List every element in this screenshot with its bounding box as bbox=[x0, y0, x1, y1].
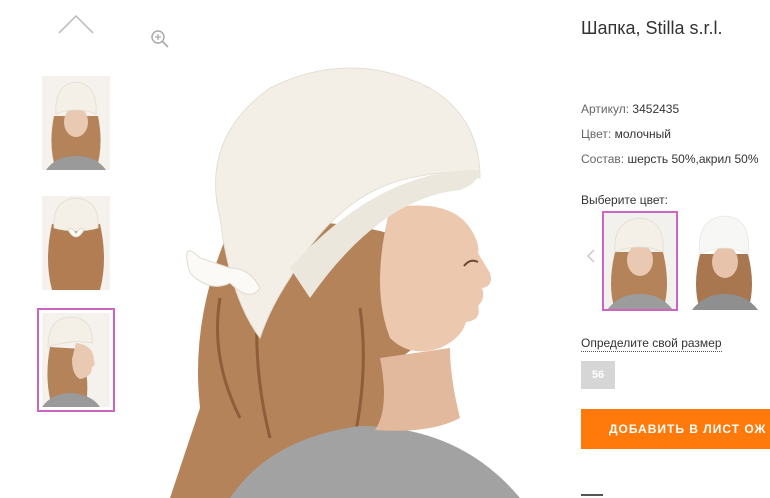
chevron-left-icon bbox=[587, 249, 595, 263]
color-swatch-image bbox=[688, 212, 762, 310]
divider bbox=[581, 494, 603, 496]
zoom-in-icon bbox=[151, 30, 169, 48]
color-value: молочный bbox=[614, 127, 671, 141]
color-swatch-image bbox=[603, 212, 677, 310]
color-swatch-milky[interactable] bbox=[602, 211, 678, 311]
choose-color-label: Выберите цвет: bbox=[581, 193, 669, 207]
main-product-image[interactable] bbox=[160, 58, 560, 498]
size-option-56[interactable]: 56 bbox=[581, 361, 615, 389]
color-prev-button[interactable] bbox=[585, 249, 597, 263]
add-to-wishlist-button[interactable]: ДОБАВИТЬ В ЛИСТ ОЖ bbox=[581, 409, 770, 449]
color-row: Цвет: молочный bbox=[581, 127, 671, 141]
product-title: Шапка, Stilla s.r.l. bbox=[581, 18, 723, 38]
article-row: Артикул: 3452435 bbox=[581, 102, 679, 116]
composition-row: Состав: шерсть 50%,акрил 50% bbox=[581, 152, 759, 166]
composition-value: шерсть 50%,акрил 50% bbox=[627, 152, 759, 166]
article-label: Артикул: bbox=[581, 102, 630, 116]
product-thumbnail-image bbox=[42, 196, 110, 290]
color-swatch-white[interactable] bbox=[688, 212, 762, 310]
composition-label: Состав: bbox=[581, 152, 625, 166]
thumbnail-back[interactable] bbox=[42, 196, 110, 290]
color-label: Цвет: bbox=[581, 127, 612, 141]
product-thumbnail-image bbox=[42, 76, 110, 170]
zoom-in-button[interactable] bbox=[150, 29, 170, 49]
product-photo bbox=[160, 58, 560, 498]
thumbnails-up-button[interactable] bbox=[56, 12, 96, 36]
thumbnail-front[interactable] bbox=[42, 76, 110, 170]
article-value: 3452435 bbox=[632, 102, 680, 116]
product-thumbnail-image bbox=[42, 313, 110, 407]
size-guide-link[interactable]: Определите свой размер bbox=[581, 336, 722, 352]
chevron-up-icon bbox=[58, 14, 94, 34]
thumbnail-side[interactable] bbox=[37, 308, 115, 412]
